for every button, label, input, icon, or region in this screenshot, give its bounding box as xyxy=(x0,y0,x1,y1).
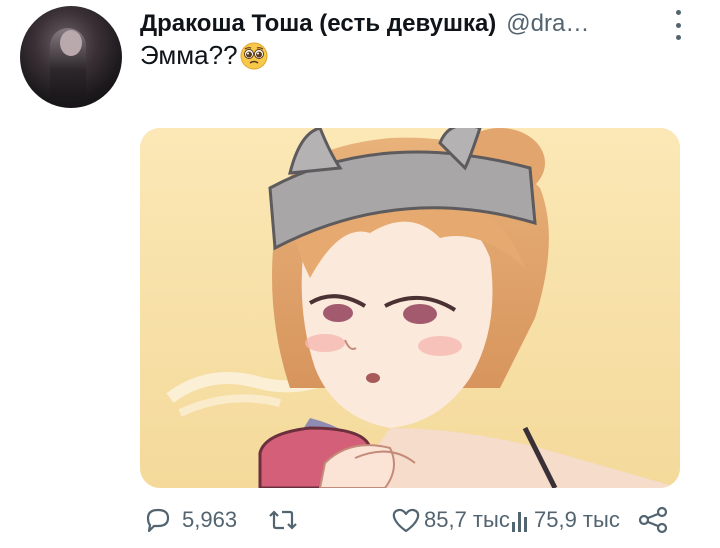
tweet: Дракоша Тоша (есть девушка) @dra… Эмма?? xyxy=(0,0,720,548)
views-icon xyxy=(512,512,527,532)
like-icon xyxy=(392,508,420,533)
tweet-actions: 5,963 85,7 тыс 75,9 тыс xyxy=(140,500,680,540)
retweet-icon xyxy=(269,510,297,530)
views-count: 75,9 тыс xyxy=(534,507,620,532)
author-name[interactable]: Дракоша Тоша (есть девушка) xyxy=(140,10,496,38)
retweet-button[interactable] xyxy=(266,500,300,540)
like-button[interactable]: 85,7 тыс xyxy=(390,500,510,540)
reply-icon xyxy=(146,508,170,533)
anime-illustration xyxy=(140,128,680,488)
tweet-header: Дракоша Тоша (есть девушка) @dra… xyxy=(140,8,660,40)
views-button[interactable]: 75,9 тыс xyxy=(510,500,620,540)
more-icon[interactable] xyxy=(667,10,689,40)
like-count: 85,7 тыс xyxy=(424,507,510,532)
avatar-face xyxy=(60,30,82,56)
share-button[interactable] xyxy=(636,500,670,540)
tweet-image[interactable] xyxy=(140,128,680,488)
tweet-text-row: Эмма?? xyxy=(140,40,268,71)
reply-button[interactable]: 5,963 xyxy=(142,500,237,540)
pleading-face-icon xyxy=(240,42,268,69)
avatar[interactable] xyxy=(20,6,122,108)
reply-count: 5,963 xyxy=(182,507,238,532)
author-handle[interactable]: @dra… xyxy=(506,10,589,38)
tweet-text: Эмма?? xyxy=(140,40,238,70)
share-icon xyxy=(638,506,668,534)
